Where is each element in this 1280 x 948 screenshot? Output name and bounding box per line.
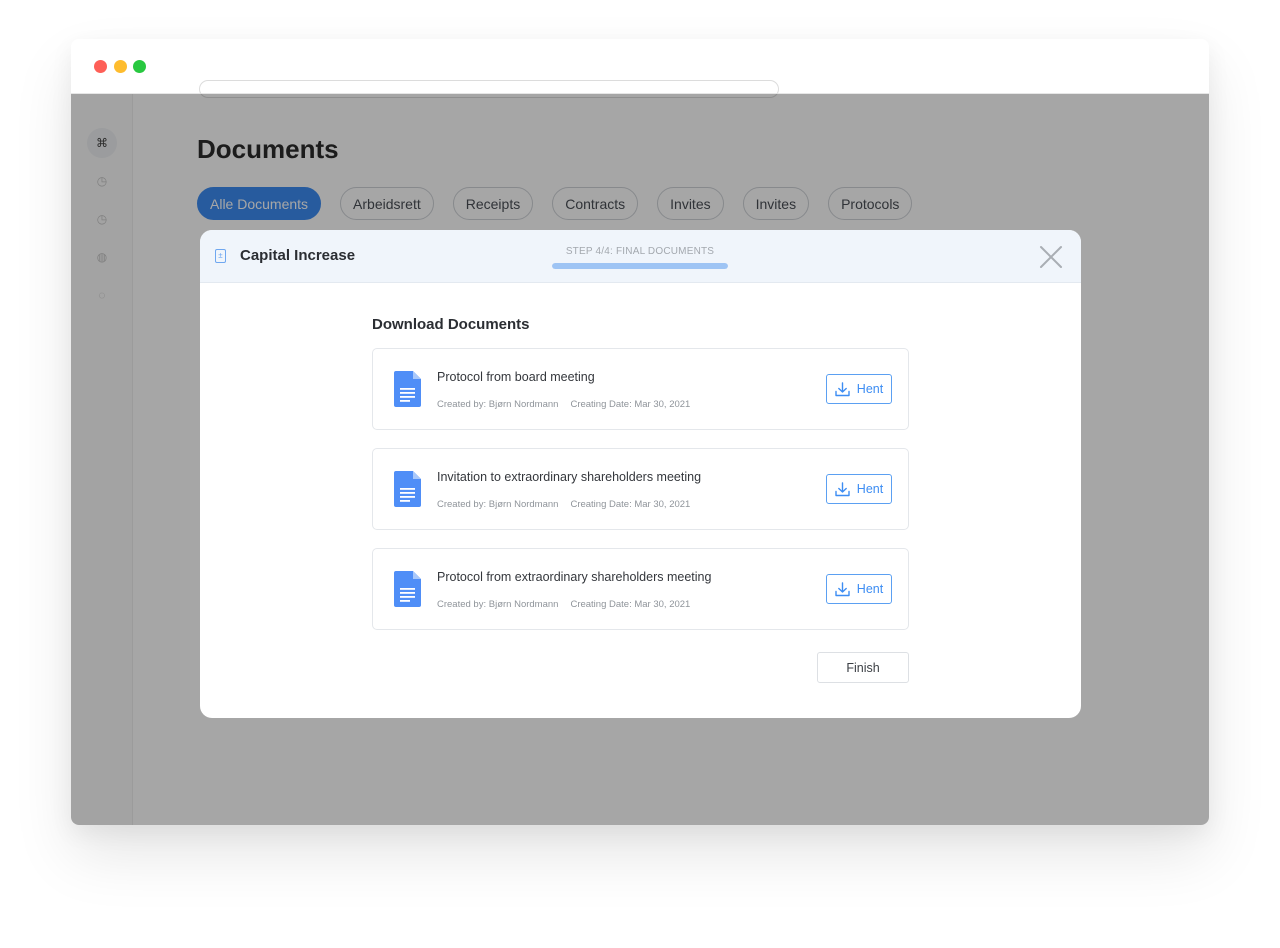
- download-button-label: Hent: [856, 482, 884, 496]
- step-progress-bar: [552, 263, 728, 269]
- download-button-label: Hent: [856, 582, 884, 596]
- capital-increase-modal: ± Capital Increase STEP 4/4: FINAL DOCUM…: [200, 230, 1081, 718]
- document-card: Invitation to extraordinary shareholders…: [372, 448, 909, 530]
- creating-date: Creating Date: Mar 30, 2021: [570, 399, 691, 410]
- modal-header: ± Capital Increase STEP 4/4: FINAL DOCUM…: [200, 230, 1081, 283]
- google-doc-icon: [394, 571, 421, 607]
- download-icon: [835, 381, 850, 396]
- creating-date: Creating Date: Mar 30, 2021: [570, 499, 691, 510]
- minimize-window-dot[interactable]: [114, 60, 127, 73]
- document-name: Protocol from extraordinary shareholders…: [437, 570, 712, 584]
- document-meta: Created by: Bjørn Nordmann Creating Date:…: [437, 499, 690, 510]
- document-card: Protocol from board meeting Created by: …: [372, 348, 909, 430]
- modal-title: Capital Increase: [240, 247, 356, 264]
- document-download-icon: ±: [215, 249, 226, 263]
- close-window-dot[interactable]: [94, 60, 107, 73]
- google-doc-icon: [394, 371, 421, 407]
- download-button[interactable]: Hent: [826, 474, 892, 504]
- maximize-window-dot[interactable]: [133, 60, 146, 73]
- step-label: STEP 4/4: FINAL DOCUMENTS: [565, 246, 715, 257]
- created-by: Created by: Bjørn Nordmann: [437, 499, 559, 510]
- document-name: Invitation to extraordinary shareholders…: [437, 470, 702, 484]
- google-doc-icon: [394, 471, 421, 507]
- browser-window: ⌘ ◷ ◷ ◍ ◌ Documents Alle Documents Arbei…: [71, 39, 1209, 825]
- document-meta: Created by: Bjørn Nordmann Creating Date:…: [437, 399, 690, 410]
- document-meta: Created by: Bjørn Nordmann Creating Date:…: [437, 599, 690, 610]
- created-by: Created by: Bjørn Nordmann: [437, 599, 559, 610]
- document-name: Protocol from board meeting: [437, 370, 595, 384]
- download-button[interactable]: Hent: [826, 574, 892, 604]
- step-progress-fill: [552, 263, 728, 269]
- finish-button[interactable]: Finish: [817, 652, 909, 683]
- close-icon[interactable]: [1038, 244, 1064, 270]
- section-title: Download Documents: [372, 316, 530, 333]
- created-by: Created by: Bjørn Nordmann: [437, 399, 559, 410]
- document-card: Protocol from extraordinary shareholders…: [372, 548, 909, 630]
- document-list: Protocol from board meeting Created by: …: [372, 348, 909, 648]
- download-icon: [835, 481, 850, 496]
- download-button-label: Hent: [856, 382, 884, 396]
- download-icon: [835, 581, 850, 596]
- download-button[interactable]: Hent: [826, 374, 892, 404]
- creating-date: Creating Date: Mar 30, 2021: [570, 599, 691, 610]
